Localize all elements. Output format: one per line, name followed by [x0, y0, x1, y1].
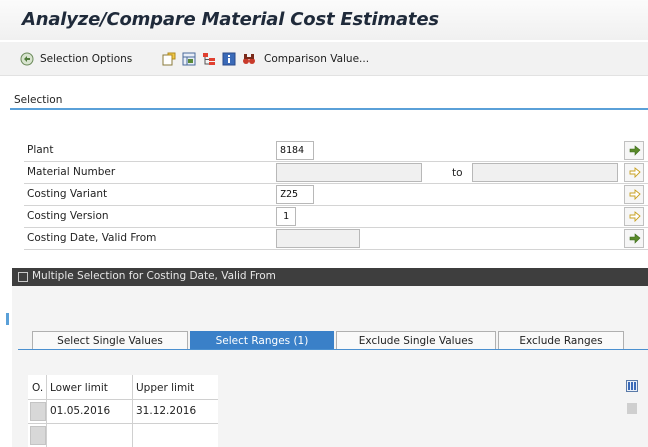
- row-selector[interactable]: [30, 426, 46, 445]
- plant-multiple-selection-button[interactable]: [624, 141, 644, 160]
- tree-button[interactable]: [202, 50, 216, 68]
- find-button[interactable]: [242, 50, 256, 68]
- selection-options-label: Selection Options: [40, 53, 133, 65]
- row-selector[interactable]: [30, 402, 46, 421]
- title-bar: Analyze/Compare Material Cost Estimates: [0, 0, 648, 40]
- layout-icon: [182, 52, 196, 66]
- row-divider: [28, 423, 218, 424]
- dialog-title: Multiple Selection for Costing Date, Val…: [32, 270, 276, 282]
- tree-icon: [202, 52, 216, 66]
- get-variant-button[interactable]: [162, 50, 176, 68]
- comparison-value-label: Comparison Value...: [264, 53, 370, 65]
- tab-select-single-values[interactable]: Select Single Values: [32, 331, 188, 350]
- material-number-to-input[interactable]: [472, 163, 618, 182]
- info-button[interactable]: [222, 50, 236, 68]
- row-divider: [28, 399, 218, 400]
- costing-version-input[interactable]: 1: [276, 207, 296, 226]
- field-row-costing-version: Costing Version 1: [24, 206, 648, 228]
- section-heading-selection: Selection: [14, 94, 63, 106]
- costing-version-label: Costing Version: [27, 210, 109, 222]
- page-title: Analyze/Compare Material Cost Estimates: [22, 9, 439, 30]
- field-row-plant: Plant 8184: [24, 140, 648, 162]
- costing-variant-input[interactable]: Z25: [276, 185, 314, 204]
- tab-exclude-single-values[interactable]: Exclude Single Values: [336, 331, 496, 350]
- get-variant-icon: [162, 52, 176, 66]
- costing-variant-label: Costing Variant: [27, 188, 108, 200]
- execute-icon: [20, 52, 34, 66]
- dialog-window-icon: [18, 272, 28, 282]
- scrollbar-thumb[interactable]: [627, 403, 637, 414]
- tab-strip-line: [18, 349, 648, 350]
- dialog-title-bar[interactable]: Multiple Selection for Costing Date, Val…: [12, 268, 648, 286]
- multiple-selection-icon: [629, 167, 641, 179]
- multiple-selection-icon: [629, 233, 641, 245]
- table-empty-area: [218, 375, 648, 447]
- to-label: to: [452, 167, 463, 179]
- field-row-costing-variant: Costing Variant Z25: [24, 184, 648, 206]
- column-header-option[interactable]: O.: [32, 382, 43, 394]
- costing-version-multiple-selection-button[interactable]: [624, 207, 644, 226]
- column-header-upper-limit[interactable]: Upper limit: [136, 382, 194, 394]
- costing-date-input[interactable]: [276, 229, 360, 248]
- tab-exclude-ranges[interactable]: Exclude Ranges: [498, 331, 624, 350]
- multiple-selection-icon: [629, 145, 641, 157]
- column-divider: [46, 375, 47, 447]
- column-header-lower-limit[interactable]: Lower limit: [50, 382, 108, 394]
- binoculars-icon: [242, 52, 256, 66]
- field-row-material-number: Material Number to: [24, 162, 648, 184]
- selection-options-button[interactable]: Selection Options: [40, 50, 132, 68]
- focus-marker: [6, 313, 9, 325]
- execute-button[interactable]: [20, 50, 34, 68]
- costing-date-label: Costing Date, Valid From: [27, 232, 157, 244]
- costing-date-multiple-selection-button[interactable]: [624, 229, 644, 248]
- info-icon: [222, 52, 236, 66]
- column-settings-icon[interactable]: [626, 380, 638, 392]
- multiple-selection-icon: [629, 189, 641, 201]
- plant-label: Plant: [27, 144, 54, 156]
- upper-limit-cell[interactable]: 31.12.2016: [136, 405, 196, 417]
- material-number-label: Material Number: [27, 166, 116, 178]
- application-toolbar: Selection Options Comparison Value...: [0, 42, 648, 76]
- plant-input[interactable]: 8184: [276, 141, 314, 160]
- tab-select-ranges[interactable]: Select Ranges (1): [190, 331, 334, 350]
- comparison-value-button[interactable]: Comparison Value...: [264, 50, 369, 68]
- field-row-costing-date: Costing Date, Valid From: [24, 228, 648, 250]
- multiple-selection-icon: [629, 211, 641, 223]
- material-number-multiple-selection-button[interactable]: [624, 163, 644, 182]
- column-divider: [132, 375, 133, 447]
- material-number-input[interactable]: [276, 163, 422, 182]
- lower-limit-cell[interactable]: 01.05.2016: [50, 405, 110, 417]
- costing-variant-multiple-selection-button[interactable]: [624, 185, 644, 204]
- layout-button[interactable]: [182, 50, 196, 68]
